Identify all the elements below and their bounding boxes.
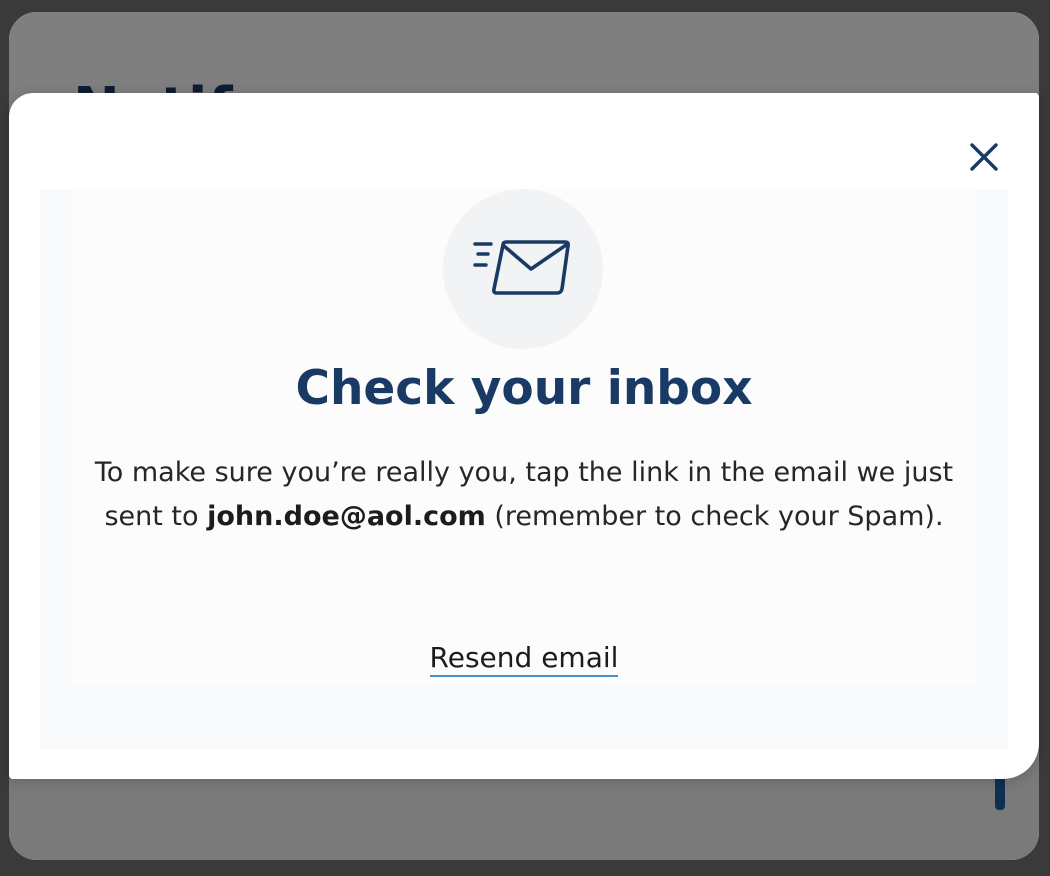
email-icon-badge xyxy=(443,189,603,349)
email-sent-icon xyxy=(473,240,570,295)
close-button[interactable] xyxy=(959,137,1009,177)
close-icon xyxy=(970,143,998,171)
check-inbox-modal: Check your inbox To make sure you’re rea… xyxy=(9,93,1039,779)
resend-email-label: Resend email xyxy=(429,641,619,677)
modal-heading: Check your inbox xyxy=(295,361,753,416)
verification-message: To make sure you’re really you, tap the … xyxy=(84,451,964,539)
recipient-email: john.doe@aol.com xyxy=(207,501,486,532)
modal-content-card: Check your inbox To make sure you’re rea… xyxy=(72,189,976,685)
modal-content-panel: Check your inbox To make sure you’re rea… xyxy=(40,189,1008,749)
message-text-after: (remember to check your Spam). xyxy=(485,501,944,532)
resend-email-link[interactable]: Resend email xyxy=(72,641,976,677)
